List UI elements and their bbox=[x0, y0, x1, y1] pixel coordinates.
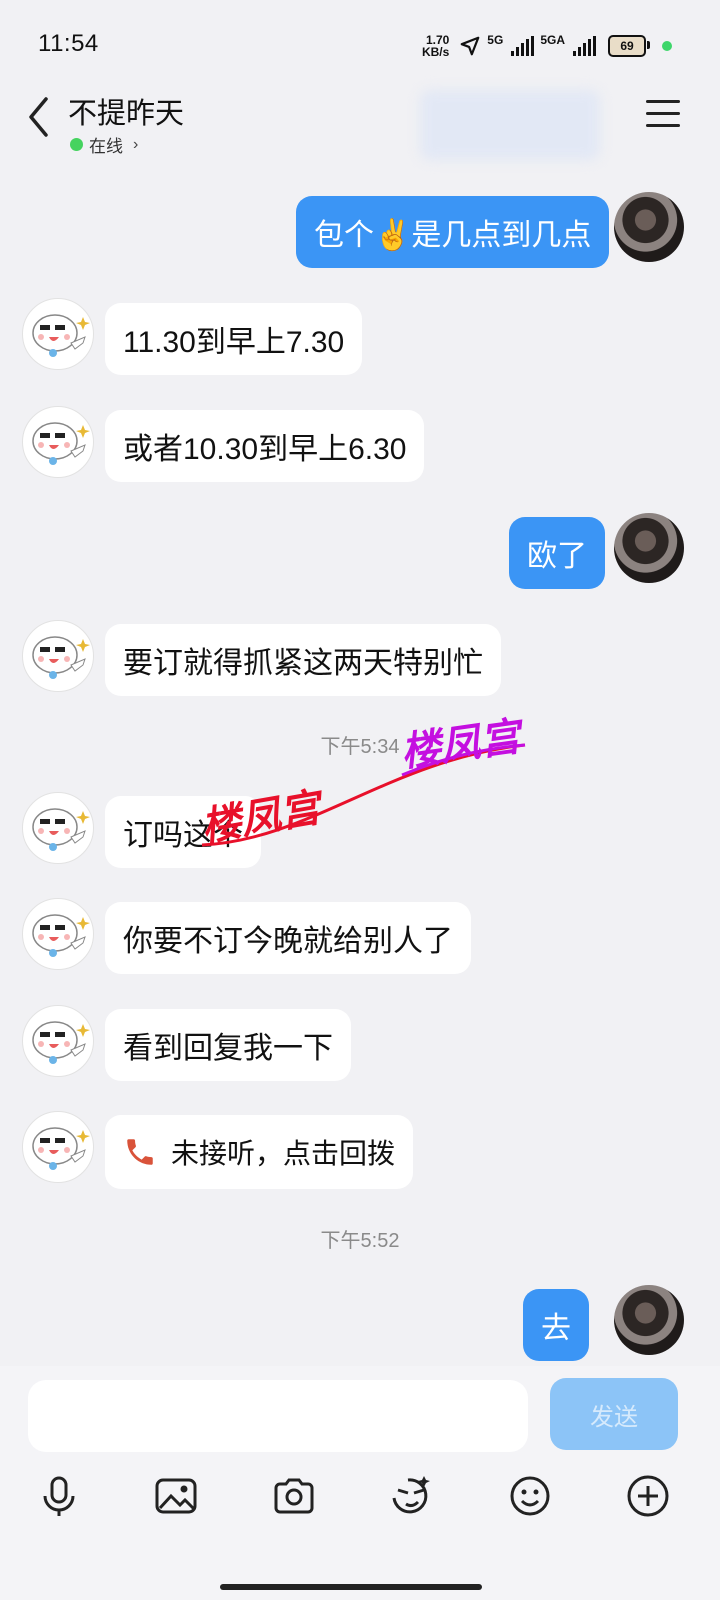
back-arrow-icon[interactable] bbox=[22, 90, 58, 144]
camera-icon[interactable] bbox=[270, 1472, 318, 1520]
timestamp: 下午5:52 bbox=[320, 1230, 400, 1252]
contact-avatar[interactable] bbox=[22, 406, 94, 478]
contact-avatar[interactable] bbox=[22, 792, 94, 864]
menu-icon[interactable] bbox=[646, 100, 680, 130]
message-bubble-out[interactable]: 去 bbox=[523, 1289, 589, 1361]
contact-avatar[interactable] bbox=[22, 1005, 94, 1077]
composer: 发送 bbox=[0, 1366, 720, 1600]
signal-label-2: 5GA bbox=[540, 33, 565, 47]
message-bubble-in[interactable]: 11.30到早上7.30 bbox=[105, 303, 363, 375]
message-input[interactable] bbox=[28, 1380, 528, 1452]
missed-call-bubble[interactable]: 未接听，点击回拨 bbox=[105, 1115, 414, 1189]
my-avatar[interactable] bbox=[614, 1285, 684, 1355]
contact-name[interactable]: 不提昨天 bbox=[68, 90, 184, 132]
online-status[interactable]: 在线 › bbox=[70, 132, 138, 157]
sticker-icon[interactable] bbox=[386, 1472, 434, 1520]
contact-avatar[interactable] bbox=[22, 298, 94, 370]
mic-icon[interactable] bbox=[35, 1472, 83, 1520]
contact-avatar[interactable] bbox=[22, 898, 94, 970]
contact-avatar[interactable] bbox=[22, 620, 94, 692]
chat-header: 不提昨天 在线 › bbox=[0, 90, 720, 170]
message-bubble-in[interactable]: 或者10.30到早上6.30 bbox=[105, 410, 425, 482]
net-speed: 1.70 KB/s bbox=[421, 33, 450, 59]
missed-call-label: 未接听，点击回拨 bbox=[171, 1138, 396, 1169]
image-icon[interactable] bbox=[152, 1472, 200, 1520]
message-bubble-out[interactable]: 欧了 bbox=[509, 517, 605, 589]
send-button[interactable]: 发送 bbox=[550, 1378, 678, 1450]
chevron-right-icon: › bbox=[133, 135, 139, 153]
contact-avatar[interactable] bbox=[22, 1111, 94, 1183]
plus-icon[interactable] bbox=[624, 1472, 672, 1520]
battery-icon: 69 bbox=[608, 35, 650, 57]
blurred-region bbox=[420, 90, 600, 160]
location-icon bbox=[460, 36, 480, 56]
status-icons: 1.70 KB/s 5G 5GA 69 bbox=[422, 30, 672, 62]
message-bubble-in[interactable]: 看到回复我一下 bbox=[105, 1009, 351, 1081]
phone-icon bbox=[127, 1139, 153, 1165]
message-bubble-in[interactable]: 要订就得抓紧这两天特别忙 bbox=[105, 624, 501, 696]
emoji-icon[interactable] bbox=[506, 1472, 554, 1520]
signal-bars-1-icon bbox=[511, 36, 535, 56]
privacy-indicator-dot bbox=[662, 41, 672, 51]
status-time: 11:54 bbox=[38, 30, 99, 57]
home-indicator[interactable] bbox=[220, 1584, 482, 1590]
online-dot-icon bbox=[70, 138, 83, 151]
signal-label-1: 5G bbox=[487, 33, 504, 47]
my-avatar[interactable] bbox=[614, 192, 684, 262]
my-avatar[interactable] bbox=[614, 513, 684, 583]
message-bubble-in[interactable]: 你要不订今晚就给别人了 bbox=[105, 902, 471, 974]
online-status-label: 在线 bbox=[89, 137, 123, 156]
message-bubble-out[interactable]: 包个✌️是几点到几点 bbox=[296, 196, 610, 268]
signal-bars-2-icon bbox=[573, 36, 596, 56]
status-bar: 11:54 1.70 KB/s 5G 5GA 69 bbox=[0, 0, 720, 90]
